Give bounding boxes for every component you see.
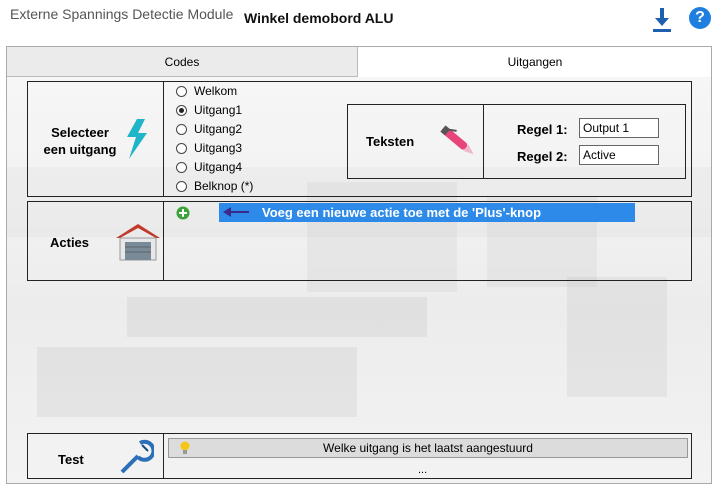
radio-label: Welkom [194, 84, 238, 98]
arrow-left-icon [223, 207, 249, 217]
test-status-box: Welke uitgang is het laatst aangestuurd [168, 438, 688, 458]
radio-label: Uitgang2 [194, 122, 243, 136]
lightning-icon [127, 119, 147, 159]
line2-input[interactable]: Active [579, 145, 659, 165]
main-panel: Codes Uitgangen Selecteer een uitgang We… [6, 46, 712, 484]
actions-hint-bar: Voeg een nieuwe actie toe met de 'Plus'-… [219, 203, 635, 222]
radio-label: Uitgang4 [194, 160, 243, 174]
test-section: Test Welke uitgang is het laatst aangest… [27, 433, 692, 479]
radio-uitgang2[interactable]: Uitgang2 [176, 122, 242, 136]
test-status-text: Welke uitgang is het laatst aangestuurd [323, 441, 533, 455]
garage-icon [116, 224, 160, 261]
radio-label: Uitgang3 [194, 141, 243, 155]
radio-label: Uitgang1 [194, 103, 243, 117]
download-icon[interactable] [650, 6, 674, 34]
radio-circle[interactable] [176, 161, 187, 173]
line1-label: Regel 1: [517, 122, 568, 137]
test-label-cell: Test [28, 434, 164, 478]
actions-label-cell: Acties [28, 202, 164, 280]
texts-section: Teksten Regel 1: Output 1 Regel 2: Activ… [347, 104, 686, 179]
radio-circle[interactable] [176, 123, 187, 135]
board-title: Winkel demobord ALU [244, 10, 394, 26]
test-ellipsis: ... [418, 464, 428, 476]
radio-label: Belknop (*) [194, 179, 254, 193]
actions-label: Acties [50, 235, 90, 250]
radio-circle[interactable] [176, 180, 187, 192]
multimeter-icon [120, 439, 154, 474]
radio-belknop[interactable]: Belknop (*) [176, 179, 253, 193]
tab-codes[interactable]: Codes [7, 47, 358, 77]
radio-uitgang4[interactable]: Uitgang4 [176, 160, 242, 174]
radio-uitgang1[interactable]: Uitgang1 [176, 103, 242, 117]
texts-label: Teksten [366, 134, 415, 149]
app-title: Externe Spannings Detectie Module [10, 6, 234, 22]
help-icon[interactable]: ? [689, 7, 711, 29]
select-output-label-cell: Selecteer een uitgang [28, 82, 164, 196]
radio-welkom[interactable]: Welkom [176, 84, 237, 98]
select-output-section: Selecteer een uitgang Welkom Uitgang1 Ui… [27, 81, 692, 197]
test-label: Test [58, 452, 84, 467]
line2-label: Regel 2: [517, 149, 568, 164]
radio-circle[interactable] [176, 142, 187, 154]
line1-input[interactable]: Output 1 [579, 118, 659, 138]
radio-circle[interactable] [176, 104, 187, 116]
texts-label-cell: Teksten [348, 105, 484, 178]
pen-icon [440, 125, 474, 155]
radio-circle[interactable] [176, 85, 187, 97]
select-output-label: Selecteer een uitgang [43, 125, 117, 157]
plus-icon[interactable] [176, 206, 190, 220]
radio-uitgang3[interactable]: Uitgang3 [176, 141, 242, 155]
actions-hint-text: Voeg een nieuwe actie toe met de 'Plus'-… [262, 205, 542, 220]
tab-uitgangen[interactable]: Uitgangen [358, 47, 711, 77]
